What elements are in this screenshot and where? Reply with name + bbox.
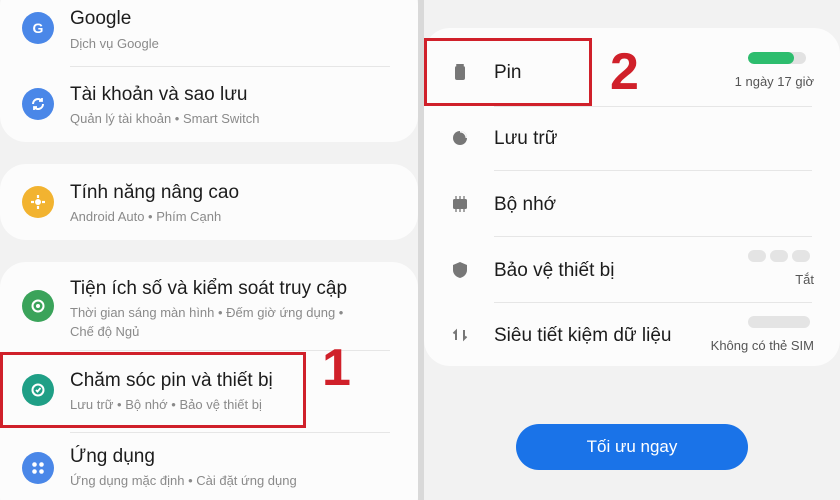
divider xyxy=(494,170,812,171)
memory-icon xyxy=(450,194,470,214)
divider xyxy=(494,302,812,303)
settings-item-subtitle: Thời gian sáng màn hình • Đếm giờ ứng dụ… xyxy=(70,305,344,339)
device-protection-status: Tắt xyxy=(795,272,814,287)
shield-icon xyxy=(450,260,470,280)
google-icon: G xyxy=(22,12,54,44)
settings-item-subtitle: Quản lý tài khoản • Smart Switch xyxy=(70,111,260,126)
storage-icon xyxy=(450,128,470,148)
step-number-2: 2 xyxy=(610,43,639,101)
divider xyxy=(70,432,390,433)
device-care-item-device-protection[interactable]: Bảo vệ thiết bị Tắt xyxy=(424,238,840,302)
battery-level-bar xyxy=(748,52,806,64)
data-saver-status: Không có thẻ SIM xyxy=(710,338,814,353)
device-care-item-title: Bộ nhớ xyxy=(494,194,557,215)
svg-text:G: G xyxy=(33,20,44,36)
device-care-panel: Pin 1 ngày 17 giờ Lưu trữ Bộ nhớ Bảo vệ … xyxy=(424,0,840,500)
status-placeholder xyxy=(792,250,810,262)
advanced-features-icon xyxy=(22,186,54,218)
settings-item-subtitle: Android Auto • Phím Cạnh xyxy=(70,209,222,224)
battery-time-remaining: 1 ngày 17 giờ xyxy=(734,74,814,89)
settings-item-accounts[interactable]: Tài khoản và sao lưu Quản lý tài khoản •… xyxy=(0,68,418,142)
apps-icon xyxy=(22,452,54,484)
digital-wellbeing-icon xyxy=(22,290,54,322)
settings-item-digital-wellbeing[interactable]: Tiện ích số và kiểm soát truy cập Thời g… xyxy=(0,262,418,350)
divider xyxy=(494,106,812,107)
sync-icon xyxy=(22,88,54,120)
highlight-box-battery xyxy=(424,38,592,106)
settings-item-title: Tính năng nâng cao xyxy=(70,182,240,203)
device-care-item-storage[interactable]: Lưu trữ xyxy=(424,108,840,170)
settings-item-advanced-features[interactable]: Tính năng nâng cao Android Auto • Phím C… xyxy=(0,164,418,240)
highlight-box-device-care xyxy=(0,352,306,428)
device-care-item-title: Lưu trữ xyxy=(494,128,558,149)
device-care-item-memory[interactable]: Bộ nhớ xyxy=(424,172,840,236)
status-placeholder xyxy=(748,250,766,262)
settings-item-title: Tiện ích số và kiểm soát truy cập xyxy=(70,278,348,299)
status-placeholder xyxy=(770,250,788,262)
settings-list-panel: G Google Dịch vụ Google Tài khoản và sao… xyxy=(0,0,418,500)
status-placeholder xyxy=(748,316,810,328)
settings-item-title: Tài khoản và sao lưu xyxy=(70,84,248,105)
optimize-now-button[interactable]: Tối ưu ngay xyxy=(516,424,748,470)
battery-level-fill xyxy=(748,52,795,64)
settings-item-subtitle: Dịch vụ Google xyxy=(70,36,159,51)
settings-item-title: Ứng dụng xyxy=(70,446,155,467)
step-number-1: 1 xyxy=(322,339,351,397)
settings-item-apps[interactable]: Ứng dụng Ứng dụng mặc định • Cài đặt ứng… xyxy=(0,434,418,500)
settings-item-subtitle: Ứng dụng mặc định • Cài đặt ứng dụng xyxy=(70,473,297,488)
device-care-item-title: Siêu tiết kiệm dữ liệu xyxy=(494,325,672,346)
device-care-item-data-saver[interactable]: Siêu tiết kiệm dữ liệu Không có thẻ SIM xyxy=(424,304,840,366)
device-care-item-title: Bảo vệ thiết bị xyxy=(494,260,615,281)
settings-item-google[interactable]: G Google Dịch vụ Google xyxy=(0,0,418,66)
data-saver-icon xyxy=(450,325,470,345)
divider xyxy=(70,66,390,67)
settings-item-title: Google xyxy=(70,8,132,29)
divider xyxy=(494,236,812,237)
